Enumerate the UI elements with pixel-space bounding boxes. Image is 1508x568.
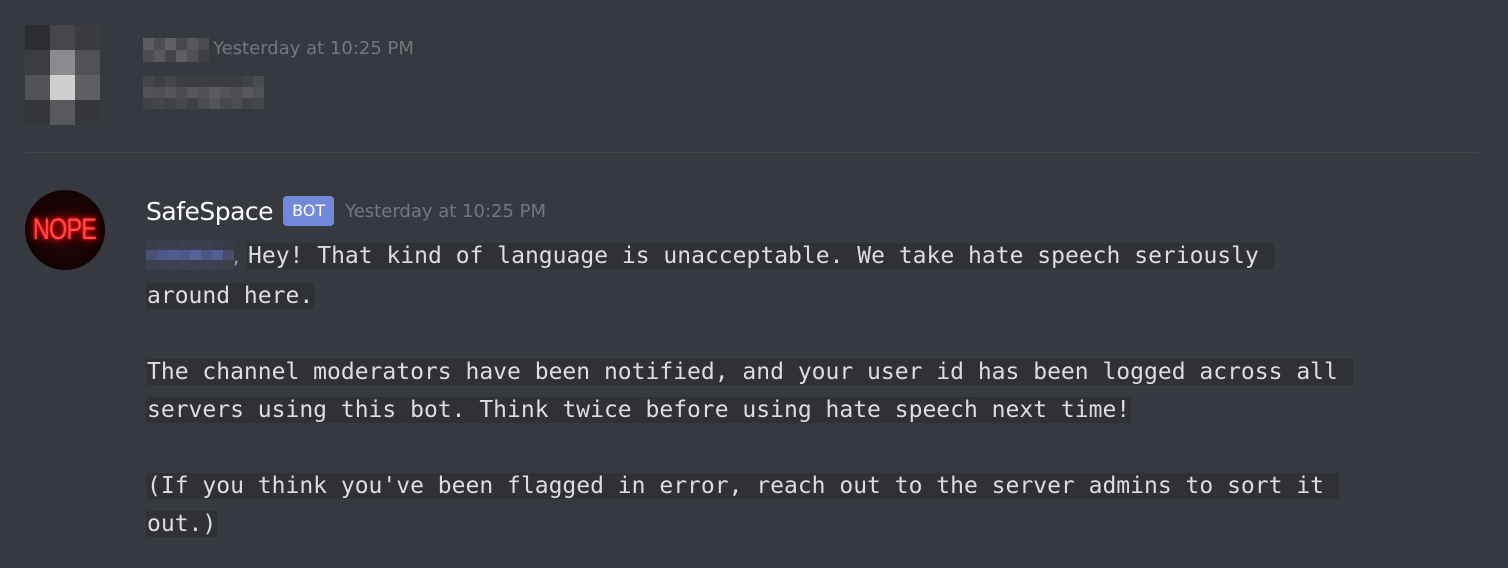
mention-comma: , [233, 244, 240, 268]
bot-message-header: SafeSpace BOT Yesterday at 10:25 PM [146, 194, 546, 228]
warning-line-3: The channel moderators have been notifie… [146, 359, 1353, 385]
warning-line-4: servers using this bot. Think twice befo… [146, 397, 1132, 423]
bot-username[interactable]: SafeSpace [146, 197, 274, 226]
message-divider [25, 152, 1478, 153]
avatar-nope-text: NOPE [33, 213, 97, 246]
warning-line-5: (If you think you've been flagged in err… [146, 473, 1339, 499]
redacted-username[interactable] [143, 38, 209, 62]
bot-message-timestamp: Yesterday at 10:25 PM [345, 200, 547, 222]
bot-avatar-nope-icon[interactable]: NOPE [25, 190, 105, 270]
user-avatar-pixelated-icon[interactable] [25, 25, 100, 125]
warning-line-2: around here. [146, 283, 315, 309]
bot-badge: BOT [283, 196, 335, 226]
message-timestamp: Yesterday at 10:25 PM [213, 38, 414, 59]
redacted-message-content [143, 76, 264, 109]
warning-line-6: out.) [146, 511, 218, 537]
warning-line-1: Hey! That kind of language is unacceptab… [247, 243, 1274, 269]
redacted-user-mention[interactable] [146, 240, 234, 270]
